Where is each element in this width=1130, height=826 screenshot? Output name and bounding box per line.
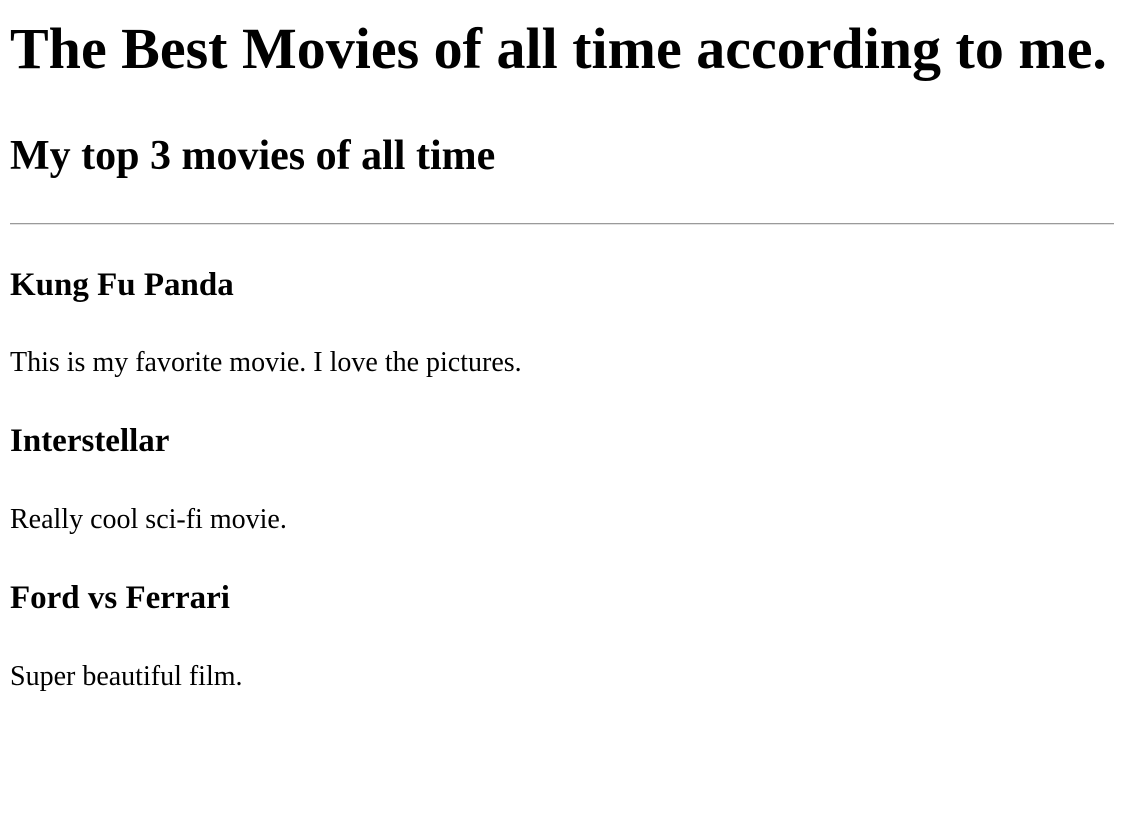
page-content: The Best Movies of all time according to… — [10, 0, 1114, 694]
movie-description: This is my favorite movie. I love the pi… — [10, 347, 522, 378]
divider — [10, 223, 1114, 225]
page-title: The Best Movies of all time according to… — [10, 16, 1107, 81]
movie-title: Kung Fu Panda — [10, 267, 234, 303]
section-title: My top 3 movies of all time — [10, 133, 496, 179]
movie-item: Kung Fu Panda This is my favorite movie.… — [10, 265, 1114, 380]
movie-description: Super beautiful film. — [10, 661, 243, 692]
movie-title: Ford vs Ferrari — [10, 580, 230, 616]
movie-item: Interstellar Really cool sci-fi movie. — [10, 421, 1114, 537]
movie-item: Ford vs Ferrari Super beautiful film. — [10, 578, 1114, 694]
movie-title: Interstellar — [10, 423, 170, 459]
movie-description: Really cool sci-fi movie. — [10, 504, 287, 535]
